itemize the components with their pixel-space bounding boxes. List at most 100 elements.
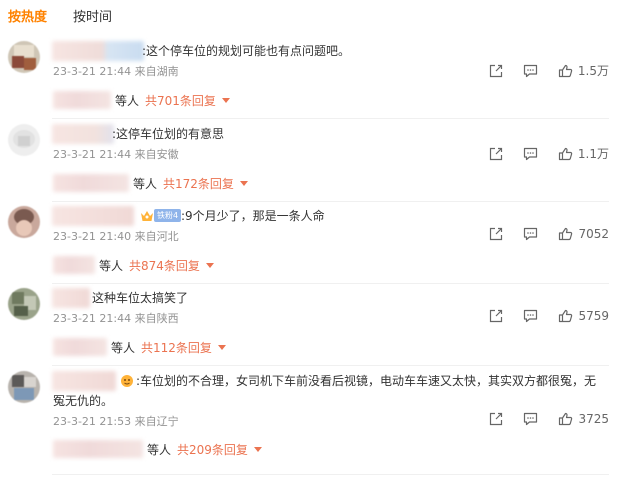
username[interactable] [52,206,134,226]
divider [52,365,609,366]
like-count: 1.5万 [577,64,609,78]
reply-button[interactable] [523,309,538,323]
chevron-down-icon[interactable] [217,344,226,350]
comment-time: 23-3-21 21:44 [53,65,132,78]
comment-time: 23-3-21 21:44 [53,312,132,325]
like-count: 7052 [578,227,609,241]
share-button[interactable] [489,309,503,323]
divider [52,283,609,284]
reply-suffix: 等人 [99,258,124,273]
fan-emoji-icon [121,375,133,387]
divider [52,118,609,119]
username[interactable] [52,371,116,391]
comment-item: 铁粉4 :9个月少了，那是一条人命 23-3-21 21:40 来自河北 705… [0,206,619,284]
comment-actions: 3725 [469,412,609,426]
reply-button[interactable] [523,64,538,78]
like-count: 3725 [578,412,609,426]
thumbs-up-icon [559,412,573,426]
comment-icon [524,227,538,241]
comment-time: 23-3-21 21:40 [53,230,132,243]
share-button[interactable] [489,64,503,78]
reply-usernames [53,338,107,356]
divider [52,201,609,202]
comment-actions: 1.1万 [469,145,609,162]
comment-location: 来自陕西 [134,312,179,325]
comment-item: :车位划的不合理，女司机下车前没看后视镜，电动车车速又太快，其实双方都很冤，无 … [0,371,619,475]
comment-meta: 23-3-21 21:44 来自湖南 [53,63,179,79]
divider [52,474,609,475]
view-replies-link[interactable]: 共112条回复 [141,339,212,356]
view-replies-link[interactable]: 共701条回复 [145,92,216,109]
chevron-down-icon[interactable] [239,180,248,186]
comment-meta: 23-3-21 21:40 来自河北 [53,228,179,244]
username[interactable] [52,124,114,144]
chevron-down-icon[interactable] [205,262,214,268]
avatar[interactable] [8,206,40,238]
comment-icon [523,64,538,77]
comment-icon [523,147,538,160]
view-replies-link[interactable]: 共172条回复 [163,175,234,192]
reply-usernames [53,256,95,274]
comment-time: 23-3-21 21:53 [53,415,132,428]
comment-text-line1: :车位划的不合理，女司机下车前没看后视镜，电动车车速又太快，其实双方都很冤，无 [136,374,597,388]
comment-text-line2: 冤无仇的。 [53,394,114,408]
share-icon [489,147,503,160]
like-button[interactable]: 5759 [558,309,609,323]
reply-button[interactable] [523,412,538,426]
view-replies-link[interactable]: 共209条回复 [177,441,248,458]
share-button[interactable] [489,147,503,161]
comment-text: 这种车位太搞笑了 [92,291,189,305]
reply-button[interactable] [523,227,538,241]
fan-crown-icon [141,211,153,221]
like-button[interactable]: 1.1万 [558,145,609,162]
avatar[interactable] [8,124,40,156]
comment-item: :这个停车位的规划可能也有点问题吧。 23-3-21 21:44 来自湖南 1.… [0,41,619,119]
reply-summary: 等人 共172条回复 [53,172,248,194]
comment-item: :这停车位划的有意思 23-3-21 21:44 来自安徽 1.1万 等人 共1… [0,124,619,202]
reply-button[interactable] [523,147,538,161]
comment-text: :这个停车位的规划可能也有点问题吧。 [142,44,351,58]
username[interactable] [52,288,90,308]
share-button[interactable] [489,227,503,241]
chevron-down-icon[interactable] [221,97,230,103]
comment-meta: 23-3-21 21:53 来自辽宁 [53,413,179,429]
avatar[interactable] [8,288,40,320]
reply-summary: 等人 共874条回复 [53,254,214,276]
comment-text: :这停车位划的有意思 [112,127,225,141]
reply-usernames [53,440,143,458]
comment-meta: 23-3-21 21:44 来自安徽 [53,146,179,162]
comment-text: :9个月少了，那是一条人命 [181,209,325,223]
share-icon [490,309,503,323]
tab-sort-time[interactable]: 按时间 [73,6,112,26]
comment-icon [524,412,538,426]
comment-actions: 1.5万 [469,62,609,79]
username[interactable] [52,41,144,61]
reply-suffix: 等人 [115,93,140,108]
thumbs-up-icon [559,227,573,241]
chevron-down-icon[interactable] [253,446,262,452]
fan-badge: 铁粉4 [154,209,182,222]
view-replies-link[interactable]: 共874条回复 [129,257,200,274]
reply-usernames [53,174,129,192]
comment-time: 23-3-21 21:44 [53,148,132,161]
comment-meta: 23-3-21 21:44 来自陕西 [53,310,179,326]
comment-item: 这种车位太搞笑了 23-3-21 21:44 来自陕西 5759 等人 共112… [0,288,619,366]
share-icon [490,412,503,426]
like-button[interactable]: 7052 [558,227,609,241]
share-button[interactable] [489,412,503,426]
comment-location: 来自湖南 [134,65,179,78]
reply-summary: 等人 共209条回复 [53,438,262,460]
avatar[interactable] [8,371,40,403]
avatar[interactable] [8,41,40,73]
reply-summary: 等人 共701条回复 [53,89,230,111]
comment-actions: 5759 [469,309,609,323]
thumbs-up-icon [558,147,573,160]
like-button[interactable]: 1.5万 [558,62,609,79]
like-count: 1.1万 [577,147,609,161]
thumbs-up-icon [558,64,573,77]
like-button[interactable]: 3725 [558,412,609,426]
tab-sort-hot[interactable]: 按热度 [8,6,47,26]
reply-suffix: 等人 [133,176,158,191]
like-count: 5759 [578,309,609,323]
comment-location: 来自河北 [134,230,179,243]
